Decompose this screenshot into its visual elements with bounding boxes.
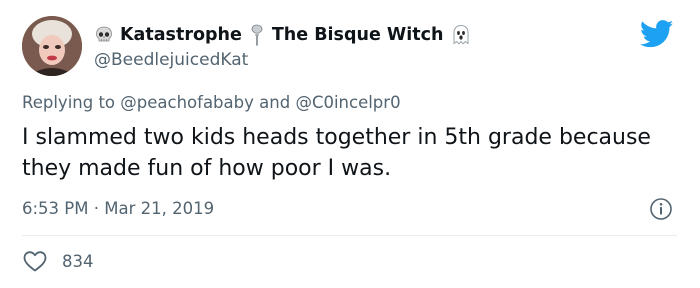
like-action[interactable]: 834 — [22, 249, 94, 273]
tweet-header: Katastrophe The Bisque Witch — [94, 20, 471, 50]
tweet-card: Katastrophe The Bisque Witch @Beedlejuic… — [0, 0, 700, 288]
display-name-part1: Katastrophe — [120, 25, 242, 45]
display-name-part2: The Bisque Witch — [271, 25, 444, 45]
heart-icon[interactable] — [22, 249, 48, 273]
like-count: 834 — [62, 251, 94, 271]
info-icon[interactable] — [649, 197, 673, 221]
tweet-date: Mar 21, 2019 — [104, 199, 215, 218]
ghost-icon — [451, 24, 471, 46]
tweet-time: 6:53 PM — [22, 199, 89, 218]
user-handle[interactable]: @BeedlejuicedKat — [94, 50, 248, 70]
avatar-image — [22, 16, 82, 76]
pin-icon — [250, 24, 264, 46]
twitter-bird-icon[interactable] — [639, 20, 674, 48]
reply-mention-1[interactable]: @peachofababy — [120, 93, 254, 112]
divider — [22, 235, 677, 236]
reply-connector: and — [259, 93, 291, 112]
avatar[interactable] — [22, 16, 82, 76]
skull-icon — [94, 25, 114, 45]
tweet-text: I slammed two kids heads together in 5th… — [22, 125, 651, 181]
reply-context: Replying to @peachofababy and @C0incelpr… — [22, 93, 401, 112]
tweet-timestamp[interactable]: 6:53 PM · Mar 21, 2019 — [22, 199, 214, 218]
display-name[interactable]: Katastrophe The Bisque Witch — [94, 24, 471, 46]
reply-prefix: Replying to — [22, 93, 116, 112]
reply-mention-2[interactable]: @C0incelpr0 — [295, 93, 400, 112]
meta-separator: · — [93, 199, 99, 218]
